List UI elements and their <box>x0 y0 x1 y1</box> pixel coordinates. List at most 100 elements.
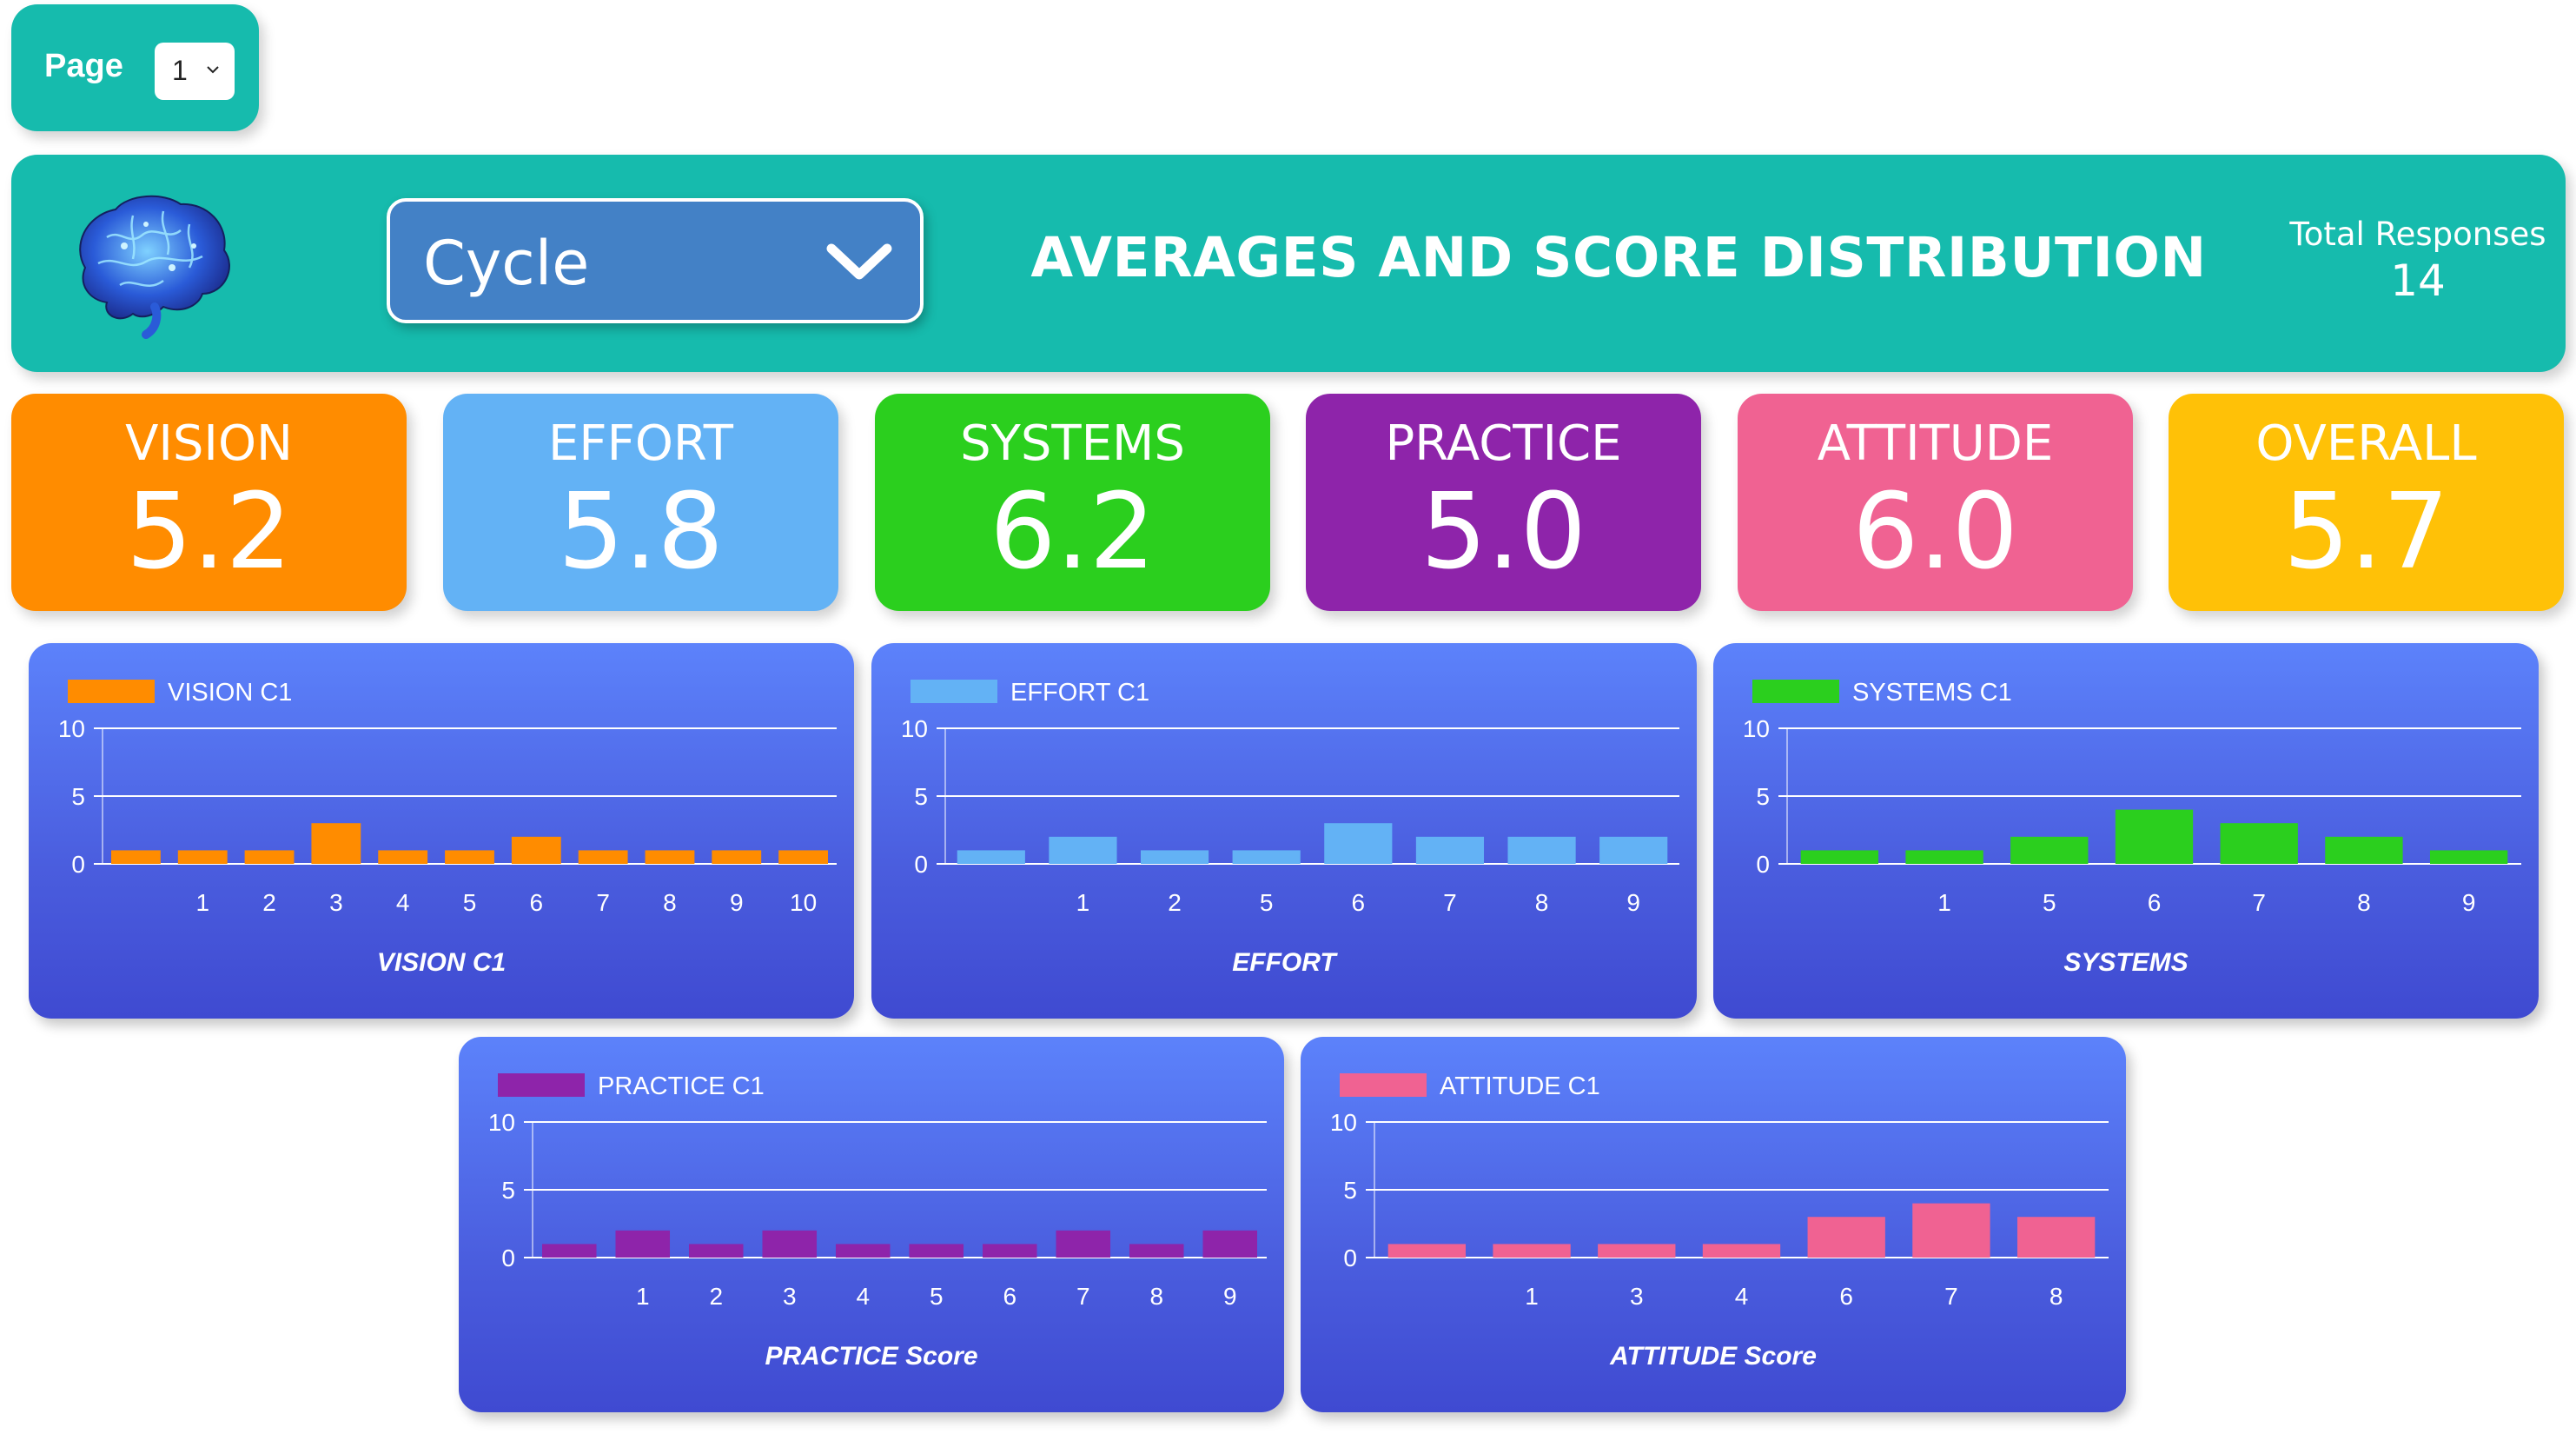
x-tick-label: 7 <box>596 889 610 916</box>
x-axis-title: SYSTEMS <box>2063 948 2188 977</box>
x-tick-label: 9 <box>730 889 744 916</box>
bar <box>1807 1217 1885 1258</box>
x-tick-label: 1 <box>1525 1283 1539 1310</box>
brain-icon <box>79 195 230 339</box>
chart-vision: VISION C1 0 5 10 1 2 3 4 5 6 7 8 9 10 VISION C1 <box>58 679 837 977</box>
x-tick-label: 2 <box>1168 889 1182 916</box>
bar <box>1140 850 1209 864</box>
bar <box>1912 1203 1990 1258</box>
x-tick-label: 1 <box>195 889 209 916</box>
bar <box>2325 836 2403 864</box>
bar <box>1702 1244 1781 1258</box>
bar <box>1129 1244 1184 1258</box>
tile-practice: PRACTICE 5.0 <box>1306 394 1701 611</box>
x-tick-label: 8 <box>663 889 677 916</box>
bar <box>541 1244 597 1258</box>
bar <box>1324 823 1393 864</box>
legend-swatch <box>498 1073 585 1097</box>
legend-label: EFFORT C1 <box>1010 679 1149 707</box>
y-tick-label: 0 <box>914 851 928 878</box>
bar <box>1800 850 1879 864</box>
tile-value: 5.2 <box>126 472 292 593</box>
bar <box>2016 1217 2096 1258</box>
x-tick-label: 7 <box>2252 889 2266 916</box>
bar <box>378 850 428 864</box>
tile-label: VISION <box>125 415 293 472</box>
y-tick-label: 0 <box>71 851 85 878</box>
x-tick-label: 8 <box>1149 1283 1163 1310</box>
tile-vision: VISION 5.2 <box>11 394 407 611</box>
bar <box>311 823 361 864</box>
total-responses-value: 14 <box>2390 256 2446 306</box>
x-tick-label: 2 <box>262 889 276 916</box>
x-tick-label: 6 <box>2148 889 2162 916</box>
page-label: Page <box>44 48 123 84</box>
chevron-down-icon <box>207 66 219 74</box>
chart-systems: SYSTEMS C105101 5 6 7 8 9SYSTEMS <box>1743 679 2521 977</box>
x-axis-title: EFFORT <box>1232 948 1338 977</box>
y-tick-label: 0 <box>501 1245 515 1271</box>
bar <box>2220 823 2298 864</box>
y-tick-label: 10 <box>488 1109 515 1136</box>
legend-swatch <box>911 680 997 703</box>
legend-label: PRACTICE C1 <box>598 1072 765 1100</box>
y-tick-label: 10 <box>901 715 928 742</box>
bar <box>177 850 228 864</box>
x-tick-label: 5 <box>2043 889 2056 916</box>
tile-value: 6.0 <box>1852 472 2018 593</box>
bar <box>957 850 1025 864</box>
bar <box>1493 1244 1571 1258</box>
chart-card-practice: PRACTICE C1 0 5 10 1 2 3 4 5 6 7 8 9 PRACTICE Score <box>459 1037 1284 1412</box>
bar <box>1049 836 1117 864</box>
tile-label: ATTITUDE <box>1817 415 2054 472</box>
legend-swatch <box>1752 680 1839 703</box>
page-select-value: 1 <box>172 55 188 86</box>
x-tick-label: 5 <box>930 1283 944 1310</box>
x-tick-label: 8 <box>2357 889 2371 916</box>
bar <box>1905 850 1983 864</box>
tile-effort: EFFORT 5.8 <box>443 394 838 611</box>
bar <box>762 1230 818 1258</box>
bar <box>110 850 161 864</box>
cycle-select[interactable]: Cycle <box>387 198 924 323</box>
chart-attitude: ATTITUDE C1 0 5 10 1 3 4 6 7 8 ATTITUDE Score <box>1330 1072 2109 1371</box>
x-axis-title: VISION C1 <box>377 948 506 977</box>
legend-swatch <box>1340 1073 1427 1097</box>
chart-card-effort: EFFORT C1 0 5 10 1 2 5 6 7 8 9 EFFORT <box>871 643 1697 1019</box>
tile-label: PRACTICE <box>1385 415 1622 472</box>
x-tick-label: 7 <box>1076 1283 1090 1310</box>
x-tick-label: 3 <box>329 889 343 916</box>
cycle-select-label: Cycle <box>423 228 590 299</box>
y-tick-label: 5 <box>914 783 928 810</box>
bar <box>688 1244 744 1258</box>
tile-label: EFFORT <box>548 415 733 472</box>
bar <box>2115 809 2194 864</box>
x-tick-label: 4 <box>396 889 410 916</box>
x-tick-label: 8 <box>2050 1283 2063 1310</box>
x-tick-label: 9 <box>2462 889 2476 916</box>
tile-label: SYSTEMS <box>960 415 1185 472</box>
x-tick-label: 6 <box>530 889 544 916</box>
y-tick-label: 0 <box>1343 1245 1357 1271</box>
bar <box>1056 1230 1111 1258</box>
y-tick-label: 0 <box>1756 851 1770 878</box>
page-title: AVERAGES AND SCORE DISTRIBUTION <box>1030 226 2207 289</box>
x-tick-label: 3 <box>1630 1283 1644 1310</box>
bar <box>445 850 494 864</box>
legend-swatch <box>68 680 155 703</box>
bar <box>1599 836 1668 864</box>
x-tick-label: 8 <box>1535 889 1549 916</box>
page-select[interactable]: 1 <box>155 43 235 100</box>
bar <box>578 850 628 864</box>
x-tick-label: 10 <box>790 889 817 916</box>
legend-label: ATTITUDE C1 <box>1440 1072 1600 1100</box>
bar <box>778 850 829 864</box>
bar <box>712 850 762 864</box>
chart-practice: PRACTICE C1 0 5 10 1 2 3 4 5 6 7 8 9 PRACTICE Score <box>488 1072 1267 1371</box>
bar <box>645 850 695 864</box>
tile-value: 6.2 <box>990 472 1156 593</box>
x-tick-label: 1 <box>1937 889 1951 916</box>
bar <box>2010 836 2089 864</box>
bar <box>1232 850 1301 864</box>
x-tick-label: 7 <box>1443 889 1457 916</box>
